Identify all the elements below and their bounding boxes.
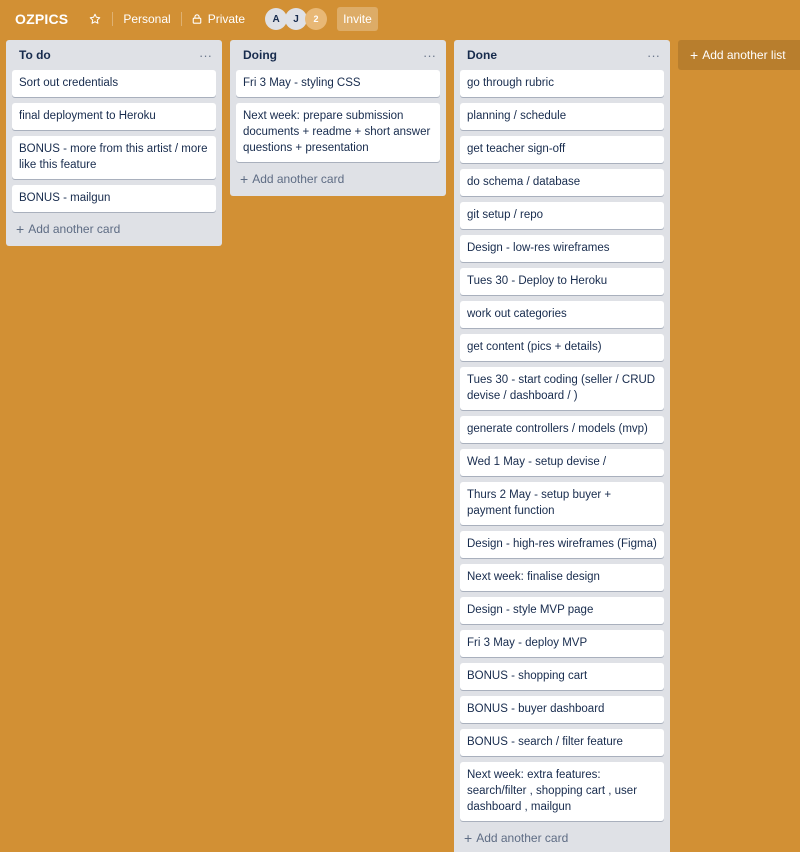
card[interactable]: BONUS - search / filter feature bbox=[460, 729, 664, 756]
star-button[interactable] bbox=[88, 7, 102, 31]
list-header: Done ··· bbox=[460, 40, 664, 70]
list-done: Done ··· go through rubric planning / sc… bbox=[454, 40, 670, 852]
add-card-button[interactable]: + Add another card bbox=[12, 218, 216, 240]
team-button[interactable]: Personal bbox=[123, 7, 170, 31]
add-card-label: Add another card bbox=[28, 222, 121, 236]
header-divider bbox=[112, 12, 114, 26]
card[interactable]: BONUS - buyer dashboard bbox=[460, 696, 664, 723]
list-to-do: To do ··· Sort out credentials final dep… bbox=[6, 40, 222, 246]
list-title[interactable]: Doing bbox=[243, 48, 277, 62]
card[interactable]: Design - low-res wireframes bbox=[460, 235, 664, 262]
plus-icon: + bbox=[464, 830, 473, 846]
card[interactable]: get teacher sign-off bbox=[460, 136, 664, 163]
visibility-button[interactable]: Private bbox=[192, 7, 245, 31]
star-icon bbox=[90, 13, 101, 24]
list-header: To do ··· bbox=[12, 40, 216, 70]
board-header: OZPICS Personal Private A J 2 Invite bbox=[0, 0, 800, 38]
card[interactable]: Wed 1 May - setup devise / bbox=[460, 449, 664, 476]
visibility-label: Private bbox=[207, 12, 246, 26]
member-count-badge[interactable]: 2 bbox=[305, 8, 328, 30]
lock-icon bbox=[192, 14, 201, 24]
list-title[interactable]: To do bbox=[19, 48, 51, 62]
avatar[interactable]: J bbox=[285, 8, 308, 30]
list-header: Doing ··· bbox=[236, 40, 440, 70]
avatar[interactable]: A bbox=[265, 8, 288, 30]
card[interactable]: BONUS - shopping cart bbox=[460, 663, 664, 690]
card[interactable]: Design - style MVP page bbox=[460, 597, 664, 624]
invite-button[interactable]: Invite bbox=[337, 7, 378, 31]
card[interactable]: get content (pics + details) bbox=[460, 334, 664, 361]
add-list-label: Add another list bbox=[702, 48, 786, 62]
header-divider bbox=[180, 12, 182, 26]
list-doing: Doing ··· Fri 3 May - styling CSS Next w… bbox=[230, 40, 446, 196]
card[interactable]: Sort out credentials bbox=[12, 70, 216, 97]
plus-icon: + bbox=[16, 221, 25, 237]
card[interactable]: BONUS - more from this artist / more lik… bbox=[12, 136, 216, 179]
card[interactable]: Fri 3 May - styling CSS bbox=[236, 70, 440, 97]
card[interactable]: Next week: prepare submission documents … bbox=[236, 103, 440, 162]
board-members: A J 2 bbox=[265, 8, 328, 30]
add-list-button[interactable]: + Add another list bbox=[678, 40, 800, 70]
plus-icon: + bbox=[240, 171, 249, 187]
card[interactable]: Next week: extra features: search/filter… bbox=[460, 762, 664, 821]
card[interactable]: do schema / database bbox=[460, 169, 664, 196]
card[interactable]: final deployment to Heroku bbox=[12, 103, 216, 130]
add-card-button[interactable]: + Add another card bbox=[460, 827, 664, 849]
card[interactable]: Fri 3 May - deploy MVP bbox=[460, 630, 664, 657]
board-title[interactable]: OZPICS bbox=[15, 11, 68, 27]
list-title[interactable]: Done bbox=[467, 48, 497, 62]
card[interactable]: work out categories bbox=[460, 301, 664, 328]
card[interactable]: Tues 30 - start coding (seller / CRUD de… bbox=[460, 367, 664, 410]
card[interactable]: Tues 30 - Deploy to Heroku bbox=[460, 268, 664, 295]
card[interactable]: Design - high-res wireframes (Figma) bbox=[460, 531, 664, 558]
add-card-button[interactable]: + Add another card bbox=[236, 168, 440, 190]
card[interactable]: generate controllers / models (mvp) bbox=[460, 416, 664, 443]
plus-icon: + bbox=[690, 47, 699, 63]
list-menu-icon[interactable]: ··· bbox=[199, 48, 212, 63]
add-card-label: Add another card bbox=[252, 172, 345, 186]
card[interactable]: planning / schedule bbox=[460, 103, 664, 130]
list-menu-icon[interactable]: ··· bbox=[647, 48, 660, 63]
add-card-label: Add another card bbox=[476, 831, 569, 845]
card[interactable]: Next week: finalise design bbox=[460, 564, 664, 591]
list-menu-icon[interactable]: ··· bbox=[423, 48, 436, 63]
card[interactable]: git setup / repo bbox=[460, 202, 664, 229]
card[interactable]: Thurs 2 May - setup buyer + payment func… bbox=[460, 482, 664, 525]
card[interactable]: go through rubric bbox=[460, 70, 664, 97]
card[interactable]: BONUS - mailgun bbox=[12, 185, 216, 212]
